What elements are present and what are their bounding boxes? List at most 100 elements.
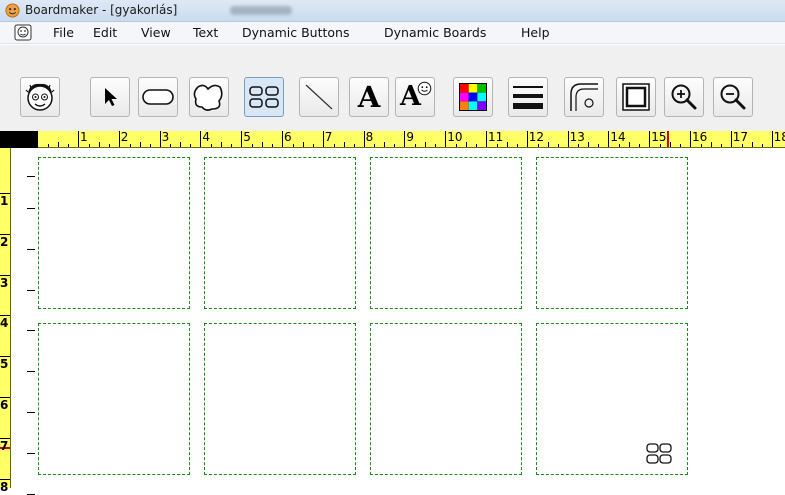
- menu-text[interactable]: Text: [193, 25, 218, 40]
- ruler-h-minor-tick: [343, 142, 345, 147]
- ruler-h-minor-tick: [149, 144, 151, 147]
- ruler-h-major-tick: [526, 131, 528, 147]
- ruler-h-major-tick: [771, 131, 773, 147]
- ruler-h-minor-tick: [516, 144, 518, 147]
- ruler-h-label: 2: [120, 131, 129, 144]
- menu-view[interactable]: View: [141, 25, 171, 40]
- ruler-h-label: 17: [732, 131, 749, 144]
- ruler-h-minor-tick: [466, 142, 467, 147]
- ruler-v-tick: [27, 208, 35, 209]
- board-button-cell[interactable]: [536, 157, 688, 309]
- menu-help[interactable]: Help: [521, 25, 550, 40]
- button-tool[interactable]: [138, 77, 178, 117]
- redacted-text: [230, 6, 292, 15]
- border-tool[interactable]: [616, 77, 656, 117]
- zoom-in-icon: [671, 84, 697, 110]
- ruler-h-minor-tick: [456, 144, 457, 147]
- menu-dynamic-buttons[interactable]: Dynamic Buttons: [242, 25, 349, 40]
- pointer-tool[interactable]: [90, 77, 130, 117]
- ruler-h-major-tick: [322, 131, 324, 147]
- ruler-h-minor-tick: [720, 144, 722, 147]
- ruler-h-label: 16: [692, 131, 708, 144]
- board-button-cell[interactable]: [38, 323, 190, 475]
- vertical-ruler[interactable]: 1 2 3 4 5 6 7 8: [0, 148, 38, 495]
- freeform-button-tool[interactable]: [189, 77, 229, 117]
- ruler-v-label: 7: [0, 438, 9, 453]
- board-button-cell[interactable]: [204, 323, 356, 475]
- zoom-out-tool[interactable]: [713, 77, 753, 117]
- ruler-h-label: 12: [528, 131, 545, 144]
- ruler-h-minor-tick: [272, 144, 273, 147]
- ruler-h-minor-tick: [680, 144, 681, 147]
- ruler-h-minor-tick: [129, 144, 131, 147]
- ruler-h-major-tick: [159, 131, 161, 147]
- menu-dynamic-boards[interactable]: Dynamic Boards: [384, 25, 486, 40]
- line-tool[interactable]: [299, 77, 339, 117]
- ruler-h-major-tick: [282, 131, 283, 147]
- boardmaker-face-icon: [5, 3, 20, 18]
- ruler-h-major-tick: [486, 131, 487, 147]
- board-icon[interactable]: [14, 24, 32, 41]
- ruler-h-label: 9: [406, 131, 415, 144]
- line-thickness-tool[interactable]: [508, 77, 548, 117]
- symbol-finder-tool[interactable]: [20, 77, 60, 117]
- zoom-in-tool[interactable]: [664, 77, 704, 117]
- ruler-corner: [0, 131, 38, 148]
- ruler-h-major-tick: [78, 131, 79, 147]
- ruler-h-major-tick: [200, 131, 202, 147]
- ruler-h-minor-tick: [262, 142, 263, 147]
- ruler-h-label: 6: [284, 131, 292, 144]
- ruler-h-minor-tick: [619, 144, 621, 147]
- corner-tool[interactable]: [564, 77, 604, 117]
- ruler-h-minor-tick: [139, 142, 141, 147]
- toolbar: A A: [0, 45, 785, 132]
- ruler-h-label: 18: [773, 131, 785, 144]
- ruler-h-minor-tick: [710, 142, 712, 147]
- ruler-h-minor-tick: [629, 142, 631, 147]
- ruler-h-minor-tick: [98, 142, 100, 147]
- ruler-h-minor-tick: [68, 144, 69, 147]
- ruler-h-minor-tick: [700, 144, 702, 147]
- menu-bar: File Edit View Text Dynamic Buttons Dyna…: [0, 22, 785, 44]
- board-button-cell[interactable]: [204, 157, 356, 309]
- board-button-cell[interactable]: [38, 157, 190, 309]
- ruler-h-label: 4: [202, 131, 211, 144]
- ruler-h-minor-tick: [333, 144, 335, 147]
- ruler-h-label: 3: [161, 131, 170, 144]
- button-sprayer-tool[interactable]: [244, 77, 284, 117]
- ruler-position-marker: [667, 131, 669, 147]
- ruler-h-minor-tick: [660, 144, 661, 147]
- board-button-cell[interactable]: [370, 323, 522, 475]
- menu-edit[interactable]: Edit: [93, 25, 117, 40]
- ruler-h-minor-tick: [384, 142, 386, 147]
- line-thickness-icon: [513, 86, 543, 109]
- ruler-h-minor-tick: [415, 144, 417, 147]
- ruler-h-label: 14: [610, 131, 626, 144]
- horizontal-ruler[interactable]: 123456789101112131415161718: [38, 131, 785, 148]
- board-canvas[interactable]: [38, 148, 785, 488]
- ruler-h-minor-tick: [211, 144, 213, 147]
- ruler-h-major-tick: [608, 131, 610, 147]
- ruler-h-label: 15: [651, 131, 667, 144]
- ruler-h-minor-tick: [58, 142, 59, 147]
- ruler-h-minor-tick: [292, 144, 294, 147]
- text-tool[interactable]: A: [349, 77, 389, 117]
- ruler-h-minor-tick: [578, 144, 580, 147]
- symbol-text-tool[interactable]: A: [395, 77, 435, 117]
- ruler-v-tick: [27, 412, 35, 413]
- ruler-h-minor-tick: [312, 144, 314, 147]
- board-button-cell[interactable]: [370, 157, 522, 309]
- small-face-icon: [417, 81, 432, 96]
- ruler-h-label: 7: [324, 131, 333, 144]
- ruler-h-minor-tick: [108, 144, 110, 147]
- ruler-v-tick: [27, 289, 35, 291]
- window-title: Boardmaker - [gyakorlás]: [25, 3, 178, 17]
- ruler-v-tick: [27, 371, 35, 373]
- color-tool[interactable]: [453, 77, 493, 117]
- ruler-h-minor-tick: [557, 144, 559, 147]
- letter-a-face-icon: A: [397, 80, 433, 114]
- ruler-h-major-tick: [241, 131, 243, 147]
- menu-file[interactable]: File: [53, 25, 74, 40]
- ruler-v-tick: [27, 248, 35, 250]
- diagonal-line-icon: [305, 84, 333, 110]
